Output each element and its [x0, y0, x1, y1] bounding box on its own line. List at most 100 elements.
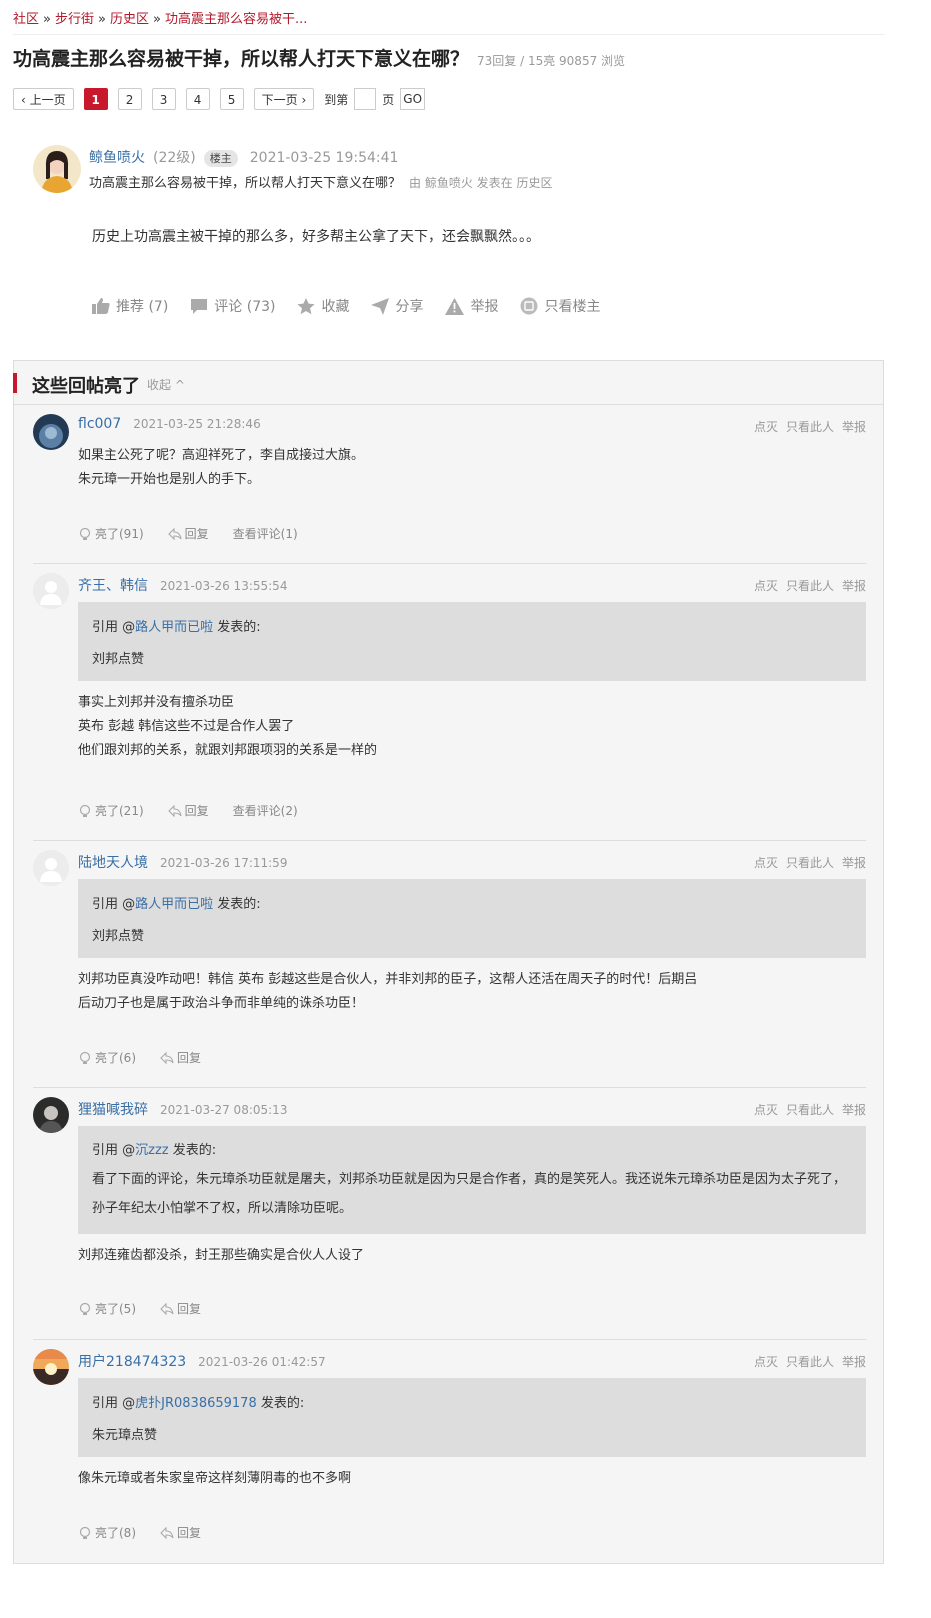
quote-header: 引用 @路人甲而已啦 发表的:	[92, 889, 852, 921]
avatar[interactable]	[33, 573, 69, 609]
reply-username[interactable]: flc007	[78, 416, 121, 432]
avatar[interactable]	[33, 414, 69, 450]
light-button[interactable]: 亮了(8)	[78, 1524, 136, 1541]
breadcrumb-history[interactable]: 历史区	[110, 12, 149, 27]
prev-page-button[interactable]: ‹ 上一页	[13, 88, 74, 110]
page-number-input[interactable]	[354, 88, 377, 110]
quote-text: 刘邦点赞	[92, 652, 145, 667]
page-button-4[interactable]: 4	[185, 88, 210, 110]
dim-button[interactable]: 点灭	[754, 856, 778, 870]
star-icon	[297, 297, 316, 314]
reply-icon	[167, 527, 182, 540]
goto-label: 到第	[324, 92, 349, 107]
report-link[interactable]: 举报	[842, 420, 866, 434]
page-label: 页	[382, 92, 395, 107]
avatar[interactable]	[33, 1097, 69, 1133]
only-this-user-button[interactable]: 只看此人	[786, 1355, 834, 1369]
lightbulb-icon	[79, 527, 91, 540]
reply-icon	[160, 1526, 174, 1539]
breadcrumb-sep: »	[43, 12, 51, 27]
view-comments-button[interactable]: 查看评论(2)	[233, 802, 298, 819]
page-button-3[interactable]: 3	[151, 88, 176, 110]
report-link[interactable]: 举报	[842, 1355, 866, 1369]
light-button[interactable]: 亮了(5)	[78, 1300, 136, 1317]
report-link[interactable]: 举报	[842, 1103, 866, 1117]
report-link[interactable]: 举报	[842, 579, 866, 593]
reply-username[interactable]: 狸猫喊我碎	[78, 1102, 148, 1118]
reply-button[interactable]: 回复	[167, 802, 209, 819]
breadcrumb-bxj[interactable]: 步行街	[55, 12, 94, 27]
reply-line: 事实上刘邦并没有擅杀功臣	[78, 695, 235, 710]
view-comments-button[interactable]: 查看评论(1)	[233, 525, 298, 542]
quote-suffix: 发表的:	[256, 1396, 305, 1411]
thread-title-row: 功高震主那么容易被干掉，所以帮人打天下意义在哪？ 73回复 / 15亮 90857…	[13, 44, 625, 71]
reply-username[interactable]: 陆地天人境	[78, 855, 148, 871]
op-time: 2021-03-25 19:54:41	[249, 150, 399, 166]
page-button-1[interactable]: 1	[83, 88, 108, 110]
op-username[interactable]: 鲸鱼喷火	[89, 150, 145, 166]
reply-footer: 亮了(5) 回复	[78, 1300, 225, 1317]
breadcrumb-current[interactable]: 功高震主那么容易被干...	[165, 12, 307, 27]
quote-prefix: 引用 @	[92, 897, 136, 912]
quote-block: 引用 @路人甲而已啦 发表的: 刘邦点赞	[78, 879, 866, 958]
reply-button[interactable]: 回复	[160, 1524, 201, 1541]
reply-label: 回复	[177, 1302, 202, 1316]
report-link[interactable]: 举报	[842, 856, 866, 870]
only-op-button[interactable]: 只看楼主	[520, 296, 600, 316]
reply-label: 回复	[177, 1051, 202, 1065]
recommend-button[interactable]: 推荐 (7)	[92, 296, 168, 316]
page-button-5[interactable]: 5	[219, 88, 244, 110]
only-this-user-button[interactable]: 只看此人	[786, 856, 834, 870]
avatar[interactable]	[33, 1349, 69, 1385]
quote-username[interactable]: 沉zzz	[135, 1143, 168, 1158]
favorite-button[interactable]: 收藏	[297, 296, 349, 316]
dim-button[interactable]: 点灭	[754, 420, 778, 434]
quote-username[interactable]: 路人甲而已啦	[135, 897, 213, 912]
light-button[interactable]: 亮了(6)	[78, 1049, 136, 1066]
light-button[interactable]: 亮了(21)	[78, 802, 144, 819]
light-button[interactable]: 亮了(91)	[78, 525, 144, 542]
op-avatar[interactable]	[33, 145, 81, 193]
share-button[interactable]: 分享	[371, 296, 423, 316]
quote-prefix: 引用 @	[92, 620, 136, 635]
collapse-button[interactable]: 收起 ^	[147, 376, 185, 393]
next-page-button[interactable]: 下一页 ›	[253, 88, 315, 110]
share-icon	[371, 297, 390, 315]
reply-label: 回复	[184, 804, 209, 818]
op-header: 鲸鱼喷火 (22级) 楼主 2021-03-25 19:54:41	[89, 147, 398, 167]
dim-button[interactable]: 点灭	[754, 1103, 778, 1117]
breadcrumb-sep: »	[152, 12, 161, 27]
report-button[interactable]: 举报	[445, 296, 498, 316]
reply-button[interactable]: 回复	[160, 1300, 201, 1317]
comment-button[interactable]: 评论 (73)	[190, 296, 275, 316]
report-label: 举报	[470, 299, 499, 315]
breadcrumb-divider	[13, 34, 885, 35]
avatar[interactable]	[33, 850, 69, 886]
reply-button[interactable]: 回复	[167, 525, 209, 542]
section-accent-bar	[13, 373, 17, 393]
reply-username[interactable]: 用户218474323	[78, 1354, 186, 1370]
dim-button[interactable]: 点灭	[754, 579, 778, 593]
default-avatar-icon	[33, 573, 69, 609]
reply-username[interactable]: 齐王、韩信	[78, 578, 148, 594]
quote-prefix: 引用 @	[92, 1143, 136, 1158]
reply-ops: 点灭 只看此人 举报	[746, 418, 866, 435]
quote-username[interactable]: 路人甲而已啦	[135, 620, 213, 635]
only-this-user-button[interactable]: 只看此人	[786, 420, 834, 434]
comment-icon	[191, 298, 208, 314]
go-button[interactable]: GO	[400, 88, 426, 110]
reply-footer: 亮了(6) 回复	[78, 1049, 225, 1066]
breadcrumb-community[interactable]: 社区	[13, 12, 39, 27]
only-this-user-button[interactable]: 只看此人	[786, 579, 834, 593]
page-button-2[interactable]: 2	[117, 88, 142, 110]
reply-ops: 点灭 只看此人 举报	[746, 1101, 866, 1118]
dim-button[interactable]: 点灭	[754, 1355, 778, 1369]
quote-username[interactable]: 虎扑JR0838659178	[135, 1396, 257, 1411]
reply-divider	[33, 1339, 866, 1340]
only-this-user-button[interactable]: 只看此人	[786, 1103, 834, 1117]
quote-header: 引用 @虎扑JR0838659178 发表的:	[92, 1388, 852, 1420]
reply-time: 2021-03-26 17:11:59	[160, 856, 288, 870]
reply-header: 陆地天人境 2021-03-26 17:11:59	[78, 852, 287, 872]
reply-time: 2021-03-26 01:42:57	[198, 1355, 326, 1369]
reply-button[interactable]: 回复	[160, 1049, 201, 1066]
